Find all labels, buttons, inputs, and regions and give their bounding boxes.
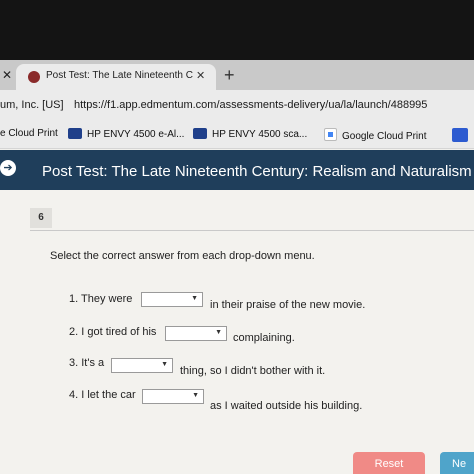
item-1-after: in their praise of the new movie.	[210, 299, 366, 311]
item-4-dropdown[interactable]: ▼	[142, 389, 204, 404]
edmentum-favicon-icon	[28, 71, 40, 83]
dropdown-caret-icon: ▼	[215, 329, 222, 336]
dropdown-caret-icon: ▼	[161, 361, 168, 368]
printer-icon	[68, 128, 82, 139]
bookmark-hp-envy-scan[interactable]: HP ENVY 4500 sca...	[193, 128, 307, 140]
google-doc-icon	[324, 128, 337, 141]
reset-button[interactable]: Reset	[353, 452, 425, 474]
address-bar[interactable]: um, Inc. [US] https://f1.app.edmentum.co…	[0, 90, 474, 122]
bookmark-label: Google Cloud Print	[342, 131, 427, 142]
bookmark-cloud-print-partial[interactable]: e Cloud Print	[0, 128, 58, 139]
bookmark-label: HP ENVY 4500 sca...	[212, 129, 308, 140]
bookmarks-bar: e Cloud Print HP ENVY 4500 e-Al... HP EN…	[0, 122, 474, 149]
site-identity[interactable]: um, Inc. [US]	[0, 99, 64, 111]
monitor-bezel	[0, 0, 474, 60]
item-2-after: complaining.	[233, 332, 295, 344]
item-3-dropdown[interactable]: ▼	[111, 358, 173, 373]
back-arrow-icon[interactable]: ➔	[0, 160, 16, 176]
bookmark-google-cloud-print[interactable]: Google Cloud Print	[324, 128, 427, 142]
screen: ✕ Post Test: The Late Nineteenth C ✕ + u…	[0, 0, 474, 474]
bookmark-hp-envy-eall[interactable]: HP ENVY 4500 e-Al...	[68, 128, 184, 140]
tab-close-icon[interactable]: ✕	[196, 69, 205, 82]
item-4-after: as I waited outside his building.	[210, 400, 363, 412]
item-2-before: 2. I got tired of his	[69, 326, 157, 338]
item-2-dropdown[interactable]: ▼	[165, 326, 227, 341]
bookmark-label: e Cloud Print	[0, 128, 58, 139]
dropdown-caret-icon: ▼	[192, 392, 199, 399]
divider	[30, 230, 474, 231]
item-3-after: thing, so I didn't bother with it.	[180, 365, 326, 377]
item-1-dropdown[interactable]: ▼	[141, 292, 203, 307]
bookmark-overflow-icon[interactable]	[452, 128, 468, 142]
question-number: 6	[30, 208, 52, 228]
item-1-before: 1. They were	[69, 293, 133, 305]
tab-title: Post Test: The Late Nineteenth C	[46, 70, 193, 81]
url-text[interactable]: https://f1.app.edmentum.com/assessments-…	[74, 99, 427, 111]
assessment-header: ➔ Post Test: The Late Nineteenth Century…	[0, 150, 474, 190]
bookmark-label: HP ENVY 4500 e-Al...	[87, 129, 185, 140]
tab-active[interactable]: Post Test: The Late Nineteenth C ✕	[16, 64, 216, 90]
next-button[interactable]: Ne	[440, 452, 474, 474]
dropdown-caret-icon: ▼	[191, 295, 198, 302]
printer-icon	[193, 128, 207, 139]
page-title: Post Test: The Late Nineteenth Century: …	[42, 163, 472, 180]
prev-tab-close-icon[interactable]: ✕	[2, 68, 12, 82]
new-tab-button[interactable]: +	[224, 65, 235, 86]
item-4-before: 4. I let the car	[69, 389, 136, 401]
item-3-before: 3. It's a	[69, 357, 105, 369]
instruction-text: Select the correct answer from each drop…	[50, 250, 315, 262]
